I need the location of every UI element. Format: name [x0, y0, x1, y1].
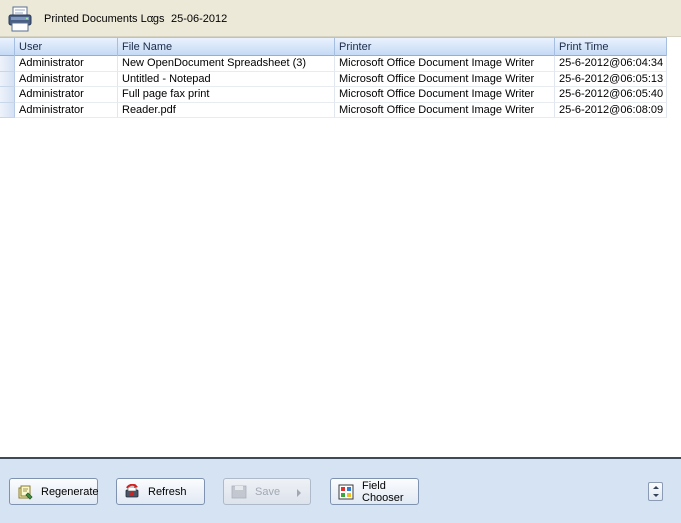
regenerate-icon [18, 485, 33, 500]
bottom-toolbar: Regenerate Refresh Save Field Chooser [0, 457, 681, 523]
title-bar: Printed Documents Logs : 25-06-2012 [0, 0, 681, 37]
cell-printer[interactable]: Microsoft Office Document Image Writer [335, 71, 555, 87]
field-chooser-button[interactable]: Field Chooser [330, 478, 419, 505]
regenerate-label: Regenerate [41, 485, 99, 498]
cell-print-time[interactable]: 25-6-2012@06:05:13 PM [555, 71, 667, 87]
cell-user[interactable]: Administrator [15, 102, 118, 118]
column-header-file-name[interactable]: File Name [118, 38, 335, 56]
cell-user[interactable]: Administrator [15, 87, 118, 103]
row-selector[interactable] [0, 87, 15, 103]
chevron-down-icon[interactable] [653, 494, 659, 497]
cell-print-time[interactable]: 25-6-2012@06:04:34 PM [555, 56, 667, 72]
column-header-print-time[interactable]: Print Time [555, 38, 667, 56]
cell-file-name[interactable]: New OpenDocument Spreadsheet (3) [118, 56, 335, 72]
save-icon [231, 485, 247, 498]
title-separator: : [151, 13, 155, 25]
row-selector-header[interactable] [0, 38, 15, 56]
cell-print-time[interactable]: 25-6-2012@06:08:09 PM [555, 102, 667, 118]
column-header-printer[interactable]: Printer [335, 38, 555, 56]
cell-print-time[interactable]: 25-6-2012@06:05:40 PM [555, 87, 667, 103]
cell-user[interactable]: Administrator [15, 71, 118, 87]
cell-printer[interactable]: Microsoft Office Document Image Writer [335, 102, 555, 118]
column-header-user[interactable]: User [15, 38, 118, 56]
cell-user[interactable]: Administrator [15, 56, 118, 72]
refresh-button[interactable]: Refresh [116, 478, 205, 505]
row-selector[interactable] [0, 56, 15, 72]
scroll-spinner[interactable] [648, 482, 663, 501]
cell-file-name[interactable]: Reader.pdf [118, 102, 335, 118]
grid-body: Administrator New OpenDocument Spreadshe… [0, 56, 667, 118]
table-row[interactable]: Administrator New OpenDocument Spreadshe… [0, 56, 667, 72]
log-date: 25-06-2012 [171, 13, 228, 25]
field-chooser-label: Field Chooser [362, 479, 404, 504]
row-selector[interactable] [0, 102, 15, 118]
row-selector[interactable] [0, 71, 15, 87]
table-row[interactable]: Administrator Untitled - Notepad Microso… [0, 71, 667, 87]
cell-file-name[interactable]: Full page fax print [118, 87, 335, 103]
dropdown-arrow-icon [297, 489, 301, 497]
save-label: Save [255, 485, 281, 498]
print-log-grid[interactable]: User File Name Printer Print Time Admini… [0, 37, 681, 457]
save-button[interactable]: Save [223, 478, 311, 505]
grid-header: User File Name Printer Print Time [0, 37, 667, 56]
cell-printer[interactable]: Microsoft Office Document Image Writer [335, 87, 555, 103]
refresh-label: Refresh [148, 485, 187, 498]
cell-file-name[interactable]: Untitled - Notepad [118, 71, 335, 87]
chevron-up-icon[interactable] [653, 486, 659, 489]
field-chooser-icon [338, 484, 354, 499]
cell-printer[interactable]: Microsoft Office Document Image Writer [335, 56, 555, 72]
refresh-icon [125, 483, 139, 497]
regenerate-button[interactable]: Regenerate [9, 478, 99, 505]
table-row[interactable]: Administrator Full page fax print Micros… [0, 87, 667, 103]
page-title: Printed Documents Logs [44, 13, 165, 25]
printer-icon [8, 6, 32, 32]
table-row[interactable]: Administrator Reader.pdf Microsoft Offic… [0, 102, 667, 118]
